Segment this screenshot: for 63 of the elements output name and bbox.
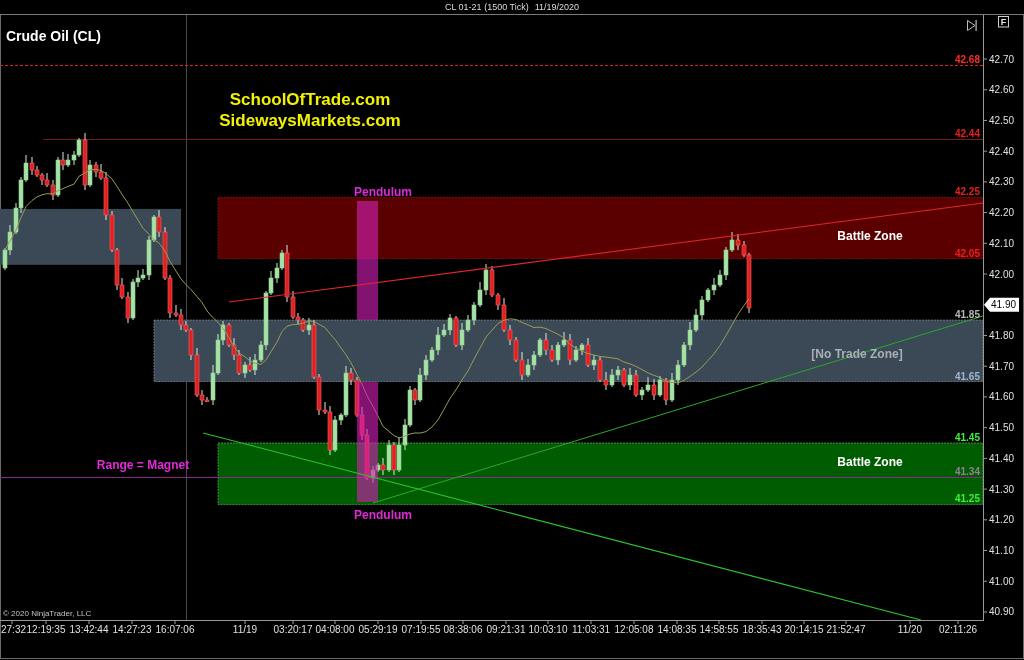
toolbar-button[interactable]: F <box>998 16 1009 28</box>
axis-label: 41.70 <box>989 360 1015 372</box>
current-price-tag: 41.90 <box>984 297 1019 312</box>
axis-label: 42.10 <box>989 237 1015 249</box>
axis-label: 03:20:17 <box>273 624 313 635</box>
axis-label: 42.00 <box>989 268 1015 280</box>
branding-text: SidewaysMarkets.com <box>219 111 401 130</box>
axis-label: 40.90 <box>989 606 1015 618</box>
axis-label: 07:19:55 <box>401 624 441 635</box>
axis-label: 41.20 <box>989 514 1015 526</box>
axis-label: 41.30 <box>989 483 1015 495</box>
axis-label: 42.50 <box>989 114 1015 126</box>
axis-label: 12:05:08 <box>614 624 654 635</box>
annotation-label: Pendulum <box>354 508 412 522</box>
axis-label: 41.00 <box>989 575 1015 587</box>
price-level-label: 41.85 <box>954 309 980 321</box>
skip-to-end-icon[interactable] <box>967 20 977 31</box>
chart-header-title: CL 01-21 (1500 Tick) <box>444 2 529 12</box>
chart-title: Crude Oil (CL) <box>6 28 101 44</box>
axis-label: 27:32 <box>1 624 27 635</box>
axis-label: 04:08:00 <box>315 624 355 635</box>
price-level-label: 42.05 <box>954 247 980 259</box>
axis-label: 41.50 <box>989 422 1015 434</box>
axis-label: 11:03:31 <box>571 624 611 635</box>
axis-label: 41.40 <box>989 452 1015 464</box>
price-level-label: 41.25 <box>954 493 980 505</box>
axis-label: 42.70 <box>989 53 1015 65</box>
copyright-text: © 2020 NinjaTrader, LLC <box>3 609 92 618</box>
branding-text: SchoolOfTrade.com <box>229 90 391 109</box>
price-level-label: 41.45 <box>954 432 980 443</box>
axis-label: 10:03:10 <box>528 624 568 635</box>
axis-label: 41.10 <box>989 545 1015 556</box>
annotation-label: Pendulum <box>354 185 412 199</box>
axis-label: 12:19:35 <box>26 624 66 635</box>
axis-label: 14:27:23 <box>112 624 152 635</box>
price-level-label: 41.34 <box>954 466 980 477</box>
axis-label: 20:14:15 <box>784 624 824 635</box>
zone-label: Battle Zone <box>837 229 903 243</box>
price-level-label: 41.65 <box>954 370 980 382</box>
zone-label: Battle Zone <box>837 455 903 469</box>
price-level-label: 42.44 <box>954 128 980 139</box>
chart-header-date: 11/19/2020 <box>534 2 580 12</box>
axis-label: 02:11:26 <box>938 624 978 635</box>
axis-label: 41.80 <box>989 330 1015 341</box>
axis-label: 13:42:44 <box>69 624 109 635</box>
axis-label: 41.60 <box>989 391 1015 403</box>
axis-label: 11/19 <box>232 624 258 635</box>
axis-label: 05:29:19 <box>358 624 398 635</box>
axis-label: 08:38:06 <box>443 624 483 635</box>
price-level-label: 42.68 <box>954 54 980 65</box>
axis-label: 09:21:31 <box>486 624 526 635</box>
axis-label: 42.20 <box>989 207 1015 219</box>
axis-label: 14:58:55 <box>699 624 739 635</box>
axis-label: 18:35:43 <box>742 624 782 635</box>
axis-label: 42.30 <box>989 176 1015 188</box>
price-level-label: 42.25 <box>954 186 980 198</box>
axis-label: 42.60 <box>989 84 1015 96</box>
axis-label: 42.40 <box>989 145 1015 157</box>
annotation-label: Range = Magnet <box>96 458 190 472</box>
axis-label: 14:08:35 <box>657 624 697 635</box>
axis-label: 21:52:47 <box>826 624 866 635</box>
axis-label: 16:07:06 <box>155 624 195 635</box>
axis-label: 11/20 <box>897 624 923 635</box>
